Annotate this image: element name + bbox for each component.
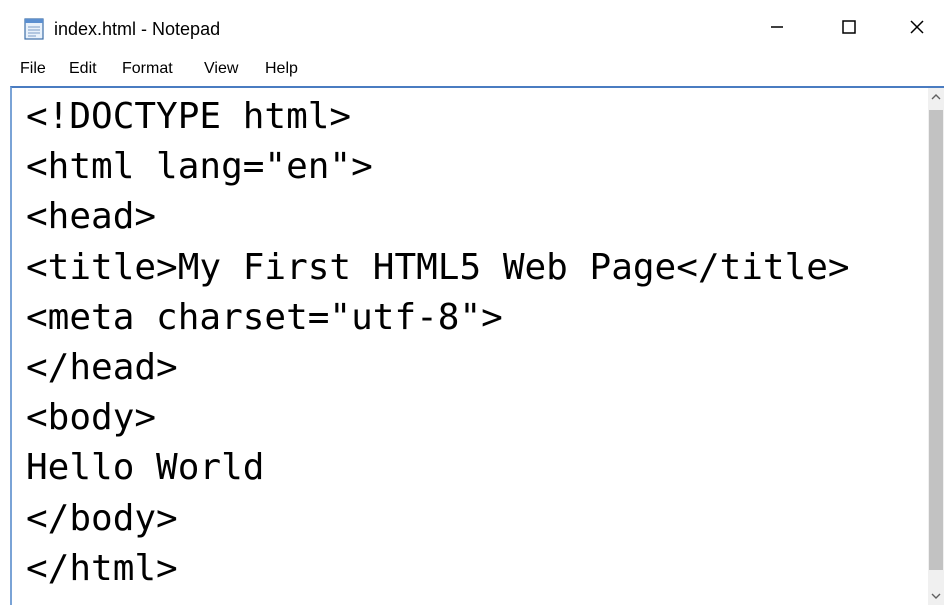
title-bar[interactable]: index.html - Notepad	[0, 0, 944, 56]
minimize-icon	[767, 17, 787, 42]
text-editor[interactable]: <!DOCTYPE html> <html lang="en"> <head> <ti…	[10, 86, 944, 605]
chevron-up-icon	[931, 88, 941, 106]
menu-edit[interactable]: Edit	[69, 57, 97, 81]
close-button[interactable]	[890, 8, 944, 50]
menu-help[interactable]: Help	[265, 57, 298, 81]
vertical-scrollbar[interactable]	[928, 88, 944, 605]
window-title: index.html - Notepad	[54, 19, 221, 39]
code-line-3: <head>	[26, 196, 157, 238]
notepad-window: index.html - Notepad File Edit Format Vi…	[0, 0, 944, 605]
menu-file[interactable]: File	[20, 57, 46, 81]
maximize-icon	[839, 17, 859, 42]
code-line-5: <meta charset="utf-8">	[26, 296, 503, 338]
menu-bar: File Edit Format View Help	[0, 56, 944, 84]
code-line-10: </html>	[26, 547, 178, 589]
notepad-icon	[22, 17, 46, 41]
menu-format[interactable]: Format	[122, 57, 173, 81]
code-line-1: <!DOCTYPE html>	[26, 96, 352, 137]
scroll-down-button[interactable]	[928, 587, 944, 605]
scroll-up-button[interactable]	[928, 88, 944, 106]
minimize-button[interactable]	[750, 8, 804, 50]
code-line-9: </body>	[26, 497, 178, 539]
code-line-2: <html lang="en">	[26, 146, 373, 188]
code-line-7: <body>	[26, 397, 157, 439]
menu-view[interactable]: View	[204, 57, 238, 81]
code-line-4: <title>My First HTML5 Web Page</title>	[26, 246, 850, 288]
close-icon	[907, 17, 927, 42]
editor-content[interactable]: <!DOCTYPE html> <html lang="en"> <head> <ti…	[26, 92, 850, 594]
scroll-thumb[interactable]	[929, 110, 943, 570]
code-line-8: Hello World	[26, 447, 265, 489]
code-line-6: </head>	[26, 346, 178, 388]
chevron-down-icon	[931, 587, 941, 605]
maximize-button[interactable]	[822, 8, 876, 50]
